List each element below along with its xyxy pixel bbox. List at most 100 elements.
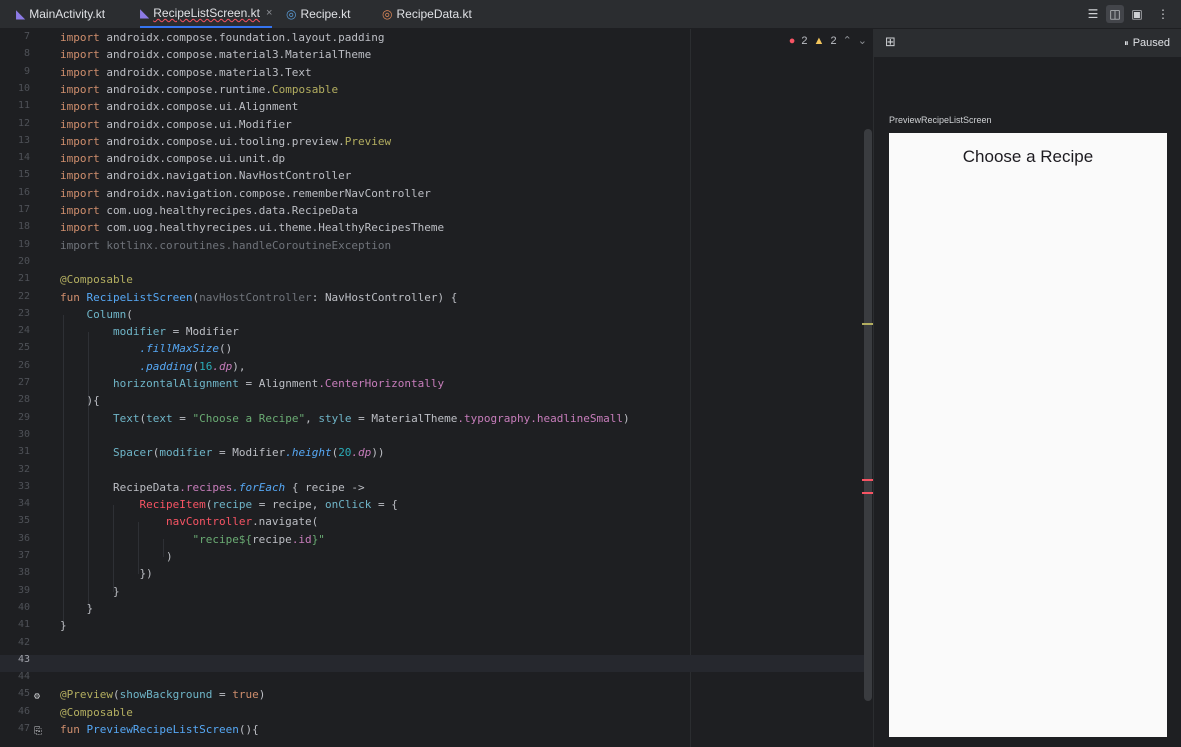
- line-number[interactable]: 16: [0, 185, 58, 202]
- compose-preview-panel: ⊞ ⏸ Paused PreviewRecipeListScreen Choos…: [873, 29, 1181, 747]
- line-number[interactable]: 27: [0, 375, 58, 392]
- split-view-icon[interactable]: ◫: [1106, 5, 1124, 23]
- code-line: }: [60, 601, 94, 615]
- line-number[interactable]: 7: [0, 29, 58, 46]
- preview-status-label: Paused: [1132, 37, 1170, 49]
- line-number[interactable]: 38: [0, 565, 58, 582]
- line-number[interactable]: 33: [0, 479, 58, 496]
- code-line: modifier = Modifier: [112, 325, 239, 339]
- line-number[interactable]: 9: [0, 64, 58, 81]
- line-number[interactable]: 11: [0, 98, 58, 115]
- inspection-widget[interactable]: ● 2 ▲ 2 ⌃ ⌄: [789, 34, 867, 48]
- code-line: fun RecipeListScreen(navHostController: …: [60, 290, 458, 304]
- code-line: import androidx.compose.foundation.layou…: [60, 31, 385, 44]
- line-number[interactable]: 36: [0, 531, 58, 548]
- line-number[interactable]: 15: [0, 167, 58, 184]
- run-preview-icon[interactable]: ⎘: [34, 726, 42, 737]
- line-number[interactable]: 32: [0, 462, 58, 479]
- kotlin-file-icon: ◣: [140, 6, 150, 20]
- line-number-label: 30: [17, 428, 30, 440]
- error-marker[interactable]: [862, 492, 873, 494]
- line-number[interactable]: 41: [0, 617, 58, 634]
- editor-scrollbar[interactable]: [864, 129, 872, 701]
- code-line-unused-import: import kotlinx.coroutines.handleCoroutin…: [60, 238, 392, 252]
- code-line: .padding(16.dp),: [139, 359, 246, 373]
- line-number[interactable]: 45: [0, 686, 58, 703]
- line-number[interactable]: 44: [0, 669, 58, 686]
- warning-marker[interactable]: [862, 323, 873, 325]
- line-number[interactable]: 46: [0, 704, 58, 721]
- line-number-label: 20: [17, 255, 30, 267]
- line-number-label: 43: [17, 653, 30, 665]
- line-number[interactable]: 31: [0, 444, 58, 461]
- line-number[interactable]: 22: [0, 289, 58, 306]
- line-number[interactable]: 17: [0, 202, 58, 219]
- preview-status[interactable]: ⏸ Paused: [1124, 37, 1170, 49]
- code-editor[interactable]: 7 8 9 10 11 12 13 14 15 16 17 18 19 20 21 22 23 24 25 26 27 2…: [0, 29, 873, 747]
- code-line: import androidx.compose.ui.Modifier: [60, 117, 292, 131]
- line-number[interactable]: 47: [0, 721, 58, 738]
- line-number[interactable]: 21: [0, 271, 58, 288]
- line-number[interactable]: 19: [0, 237, 58, 254]
- preview-settings-icon[interactable]: ⚙: [34, 691, 40, 702]
- design-view-icon[interactable]: ▣: [1128, 5, 1146, 23]
- line-number-label: 47: [17, 723, 30, 734]
- line-number-label: 42: [17, 636, 30, 648]
- code-view-icon[interactable]: ☰: [1084, 5, 1102, 23]
- code-line: @Composable: [60, 705, 133, 719]
- line-number[interactable]: 13: [0, 133, 58, 150]
- line-number[interactable]: 28: [0, 392, 58, 409]
- code-line: import androidx.compose.ui.unit.dp: [60, 152, 286, 166]
- line-number-label: 11: [17, 100, 30, 112]
- line-number[interactable]: 14: [0, 150, 58, 167]
- line-number-label: 9: [23, 65, 30, 77]
- line-number[interactable]: 34: [0, 496, 58, 513]
- preview-toolbar: ⊞ ⏸ Paused: [874, 29, 1181, 57]
- line-number[interactable]: 42: [0, 635, 58, 652]
- line-number[interactable]: 29: [0, 410, 58, 427]
- line-number-label: 34: [17, 498, 30, 510]
- line-number-label: 39: [17, 584, 30, 596]
- code-line: @Preview(showBackground = true): [60, 688, 266, 702]
- line-number-label: 45: [17, 688, 30, 700]
- line-number-label: 32: [17, 463, 30, 475]
- line-number[interactable]: 40: [0, 600, 58, 617]
- kotlin-file-icon: ◣: [16, 7, 26, 21]
- line-number-label: 13: [17, 134, 30, 146]
- line-number[interactable]: 12: [0, 116, 58, 133]
- line-number[interactable]: 18: [0, 219, 58, 236]
- line-number[interactable]: 39: [0, 583, 58, 600]
- tab-mainactivity[interactable]: ◣ MainActivity.kt: [16, 0, 105, 28]
- line-number[interactable]: 24: [0, 323, 58, 340]
- preview-name-label[interactable]: PreviewRecipeListScreen: [889, 115, 992, 125]
- line-number[interactable]: 26: [0, 358, 58, 375]
- add-preview-icon[interactable]: ⊞: [885, 35, 896, 50]
- code-line: horizontalAlignment = Alignment.CenterHo…: [112, 377, 445, 390]
- line-number[interactable]: 25: [0, 340, 58, 357]
- more-options-icon[interactable]: ⋮: [1154, 5, 1172, 23]
- line-number[interactable]: 35: [0, 513, 58, 530]
- code-line: }: [60, 619, 67, 633]
- code-line: Text(text = "Choose a Recipe", style = M…: [112, 411, 630, 425]
- tab-recipedata[interactable]: ◎ RecipeData.kt: [382, 0, 472, 28]
- line-number[interactable]: 43: [0, 652, 58, 669]
- line-number[interactable]: 20: [0, 254, 58, 271]
- line-number[interactable]: 23: [0, 306, 58, 323]
- line-number[interactable]: 30: [0, 427, 58, 444]
- line-number-label: 27: [17, 377, 30, 388]
- line-number-label: 19: [17, 238, 30, 250]
- chevron-up-icon[interactable]: ⌃: [843, 34, 852, 47]
- preview-device-screen[interactable]: Choose a Recipe: [889, 133, 1167, 737]
- close-icon[interactable]: ×: [266, 7, 272, 19]
- error-marker[interactable]: [862, 479, 873, 481]
- code-line: Spacer(modifier = Modifier.height(20.dp)…: [112, 446, 385, 460]
- tab-label: Recipe.kt: [300, 7, 351, 21]
- line-number[interactable]: 37: [0, 548, 58, 565]
- tab-recipelistscreen[interactable]: ◣ RecipeListScreen.kt ×: [140, 0, 273, 28]
- line-number-label: 10: [17, 82, 30, 94]
- tab-recipe[interactable]: ◎ Recipe.kt: [286, 0, 351, 28]
- line-number[interactable]: 8: [0, 46, 58, 63]
- line-number[interactable]: 10: [0, 81, 58, 98]
- line-number-label: 37: [17, 550, 30, 561]
- chevron-down-icon[interactable]: ⌄: [858, 34, 867, 47]
